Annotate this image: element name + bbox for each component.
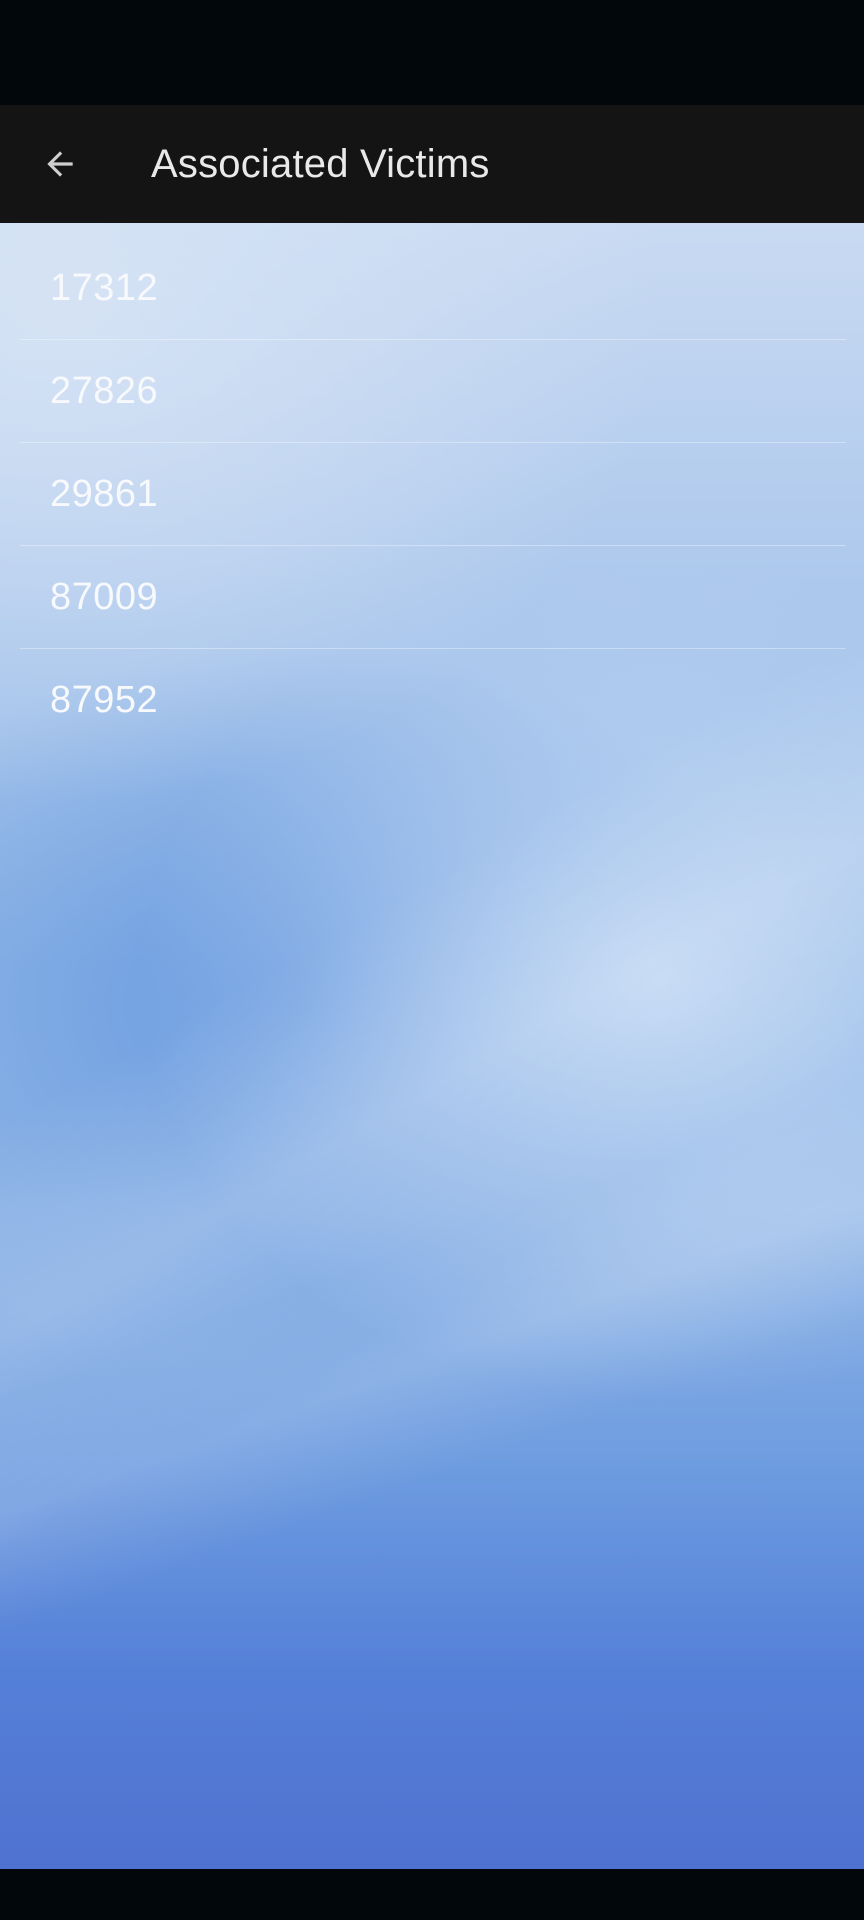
navigation-bar — [0, 1869, 864, 1920]
list-item[interactable]: 87009 — [0, 546, 864, 649]
arrow-left-icon — [41, 145, 79, 183]
page-title: Associated Victims — [151, 142, 490, 186]
victim-id: 17312 — [50, 267, 159, 309]
back-button[interactable] — [30, 134, 90, 194]
list-item[interactable]: 17312 — [0, 223, 864, 340]
victim-list: 17312 27826 29861 87009 87952 — [0, 223, 864, 752]
victim-id: 29861 — [50, 473, 159, 515]
status-bar — [0, 0, 864, 105]
list-item[interactable]: 87952 — [0, 649, 864, 752]
victim-id: 27826 — [50, 370, 159, 412]
list-item[interactable]: 27826 — [0, 340, 864, 443]
content-area: 17312 27826 29861 87009 87952 — [0, 223, 864, 1869]
app-bar: Associated Victims — [0, 105, 864, 223]
victim-id: 87952 — [50, 679, 159, 721]
victim-id: 87009 — [50, 576, 159, 618]
list-item[interactable]: 29861 — [0, 443, 864, 546]
screen: Associated Victims 17312 27826 29861 870… — [0, 0, 864, 1920]
